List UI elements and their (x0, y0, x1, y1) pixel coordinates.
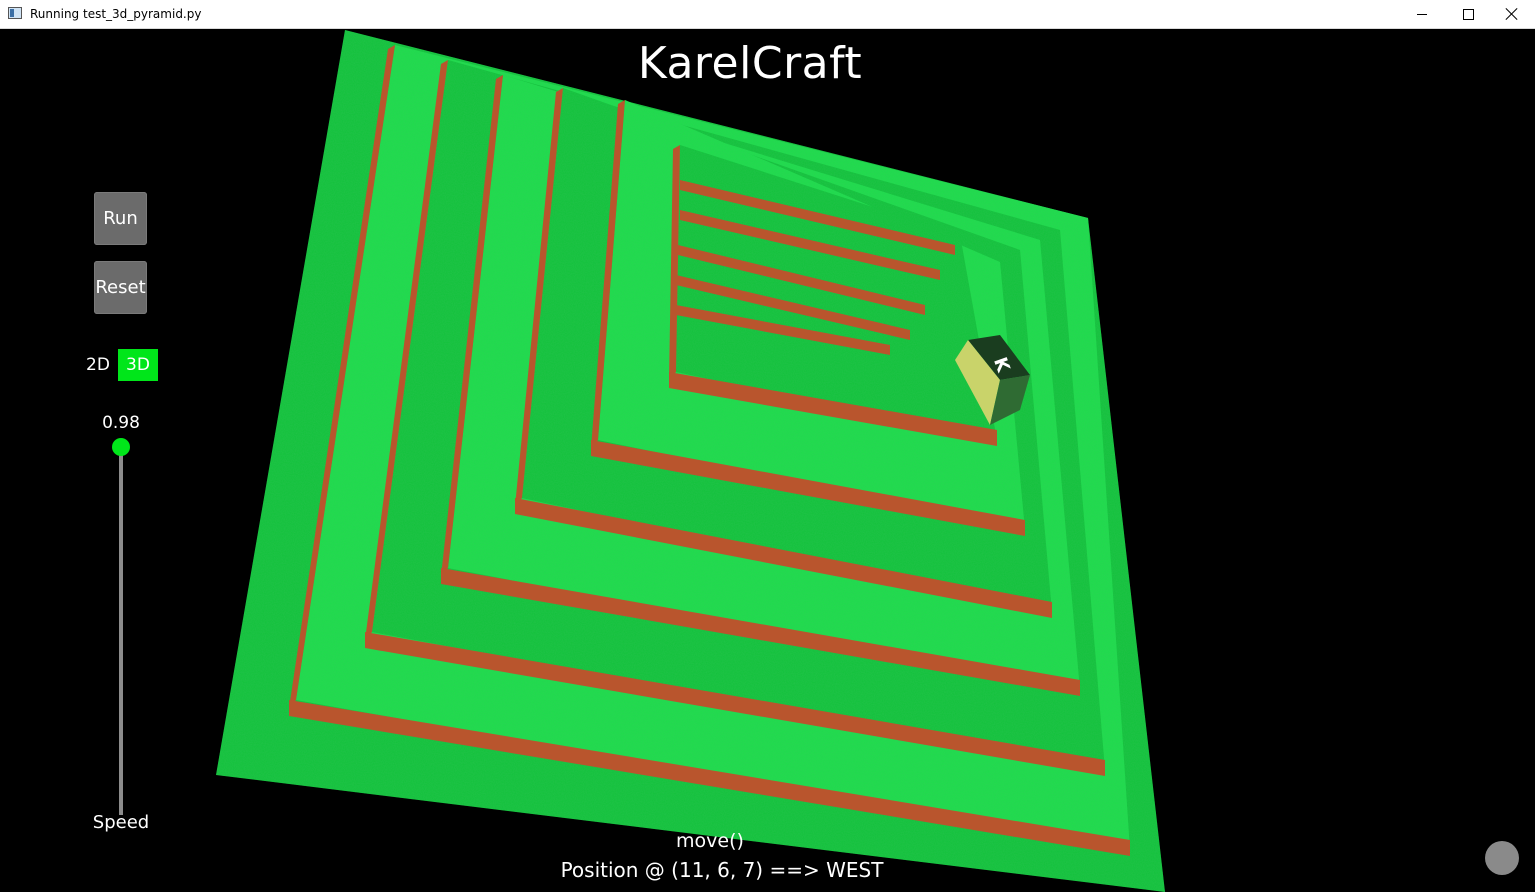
speed-value: 0.98 (102, 413, 140, 433)
maximize-icon (1462, 8, 1474, 20)
run-button[interactable]: Run (94, 192, 147, 245)
maximize-button[interactable] (1445, 0, 1491, 28)
mode-3d-toggle[interactable]: 3D (118, 349, 158, 381)
minimize-button[interactable] (1399, 0, 1445, 28)
speed-slider-track[interactable] (119, 447, 123, 815)
current-command: move() (676, 830, 744, 852)
game-viewport[interactable]: K KarelCraft Run Reset 2D 3D 0.98 Speed … (0, 29, 1535, 892)
minimize-icon (1417, 13, 1427, 15)
circle-control-button[interactable] (1485, 841, 1519, 875)
close-button[interactable] (1489, 0, 1535, 28)
mode-2d-toggle[interactable]: 2D (84, 350, 112, 380)
window-title: Running test_3d_pyramid.py (30, 7, 202, 21)
app-window-icon (8, 7, 22, 19)
speed-slider-handle[interactable] (112, 438, 130, 456)
window-titlebar: Running test_3d_pyramid.py (0, 0, 1535, 29)
pyramid-steps (216, 30, 1165, 892)
pyramid-world-3d: K (216, 30, 1165, 892)
speed-label: Speed (92, 812, 150, 833)
app-title: KarelCraft (637, 38, 863, 89)
reset-button[interactable]: Reset (94, 261, 147, 314)
position-status: Position @ (11, 6, 7) ==> WEST (560, 858, 884, 882)
close-icon (1506, 8, 1518, 20)
